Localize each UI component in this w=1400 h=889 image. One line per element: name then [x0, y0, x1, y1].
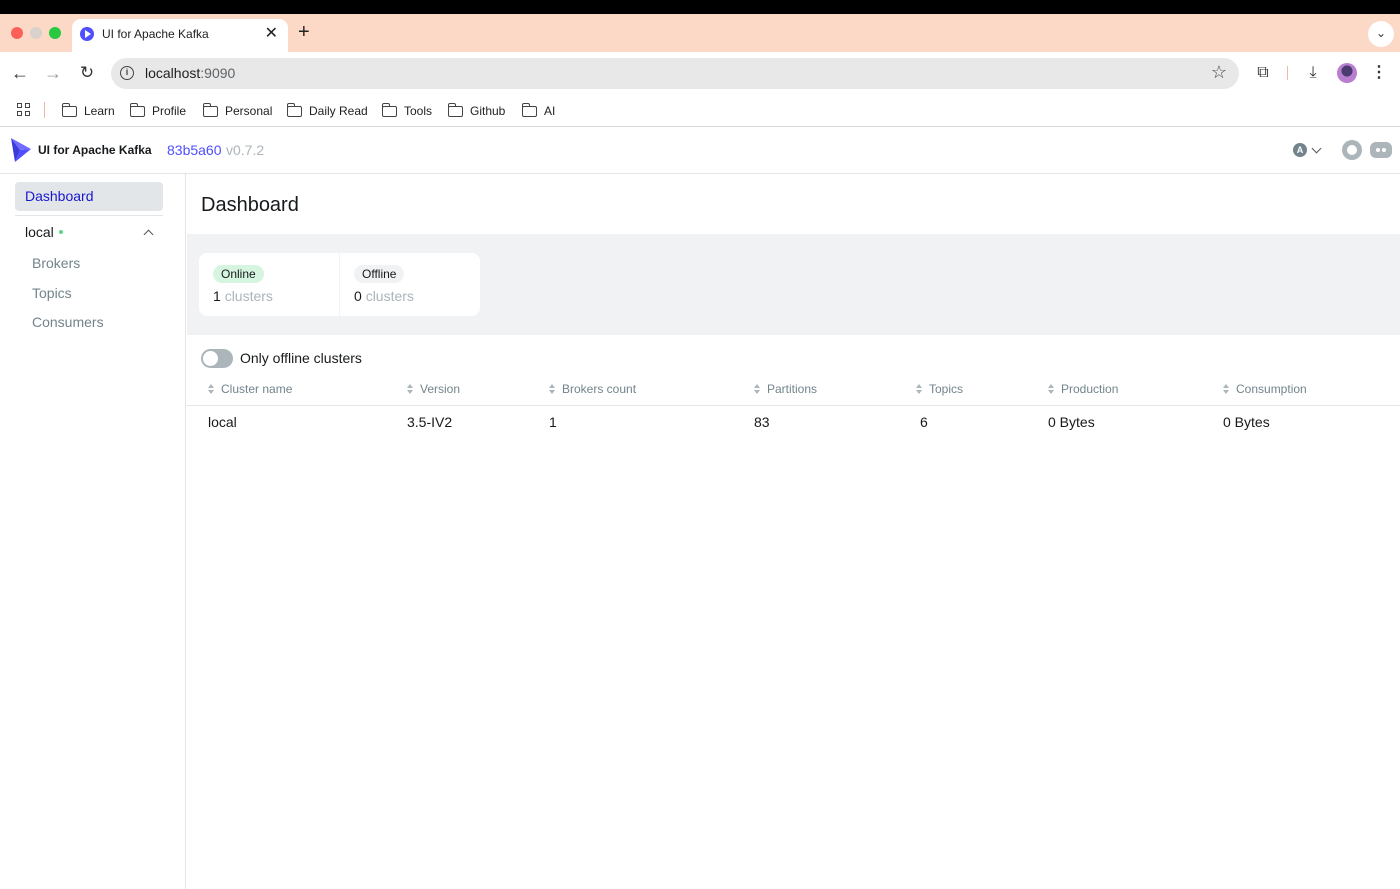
bookmark-personal[interactable]: Personal [202, 102, 272, 120]
sidebar: Dashboard local Brokers Topics Consumers [0, 174, 186, 889]
browser-toolbar: ← → ↻ i localhost:9090 ☆ ⧉ ⤓ ⋮ [0, 52, 1400, 94]
sidebar-item-brokers[interactable]: Brokers [32, 255, 80, 271]
column-header-partitions[interactable]: Partitions [754, 380, 817, 398]
chevron-down-icon [1311, 143, 1322, 153]
user-avatar: A [1293, 143, 1307, 157]
browser-tab-strip: UI for Apache Kafka ✕ + ⌄ [0, 14, 1400, 52]
sidebar-item-topics[interactable]: Topics [32, 285, 72, 301]
app-header: UI for Apache Kafka 83b5a60 v0.7.2 A [0, 127, 1400, 174]
version-hash-link[interactable]: 83b5a60 [167, 142, 222, 158]
bookmark-github[interactable]: Github [447, 102, 505, 120]
extensions-puzzle-icon[interactable]: ⧉ [1252, 62, 1274, 84]
bookmark-tools[interactable]: Tools [381, 102, 432, 120]
os-menu-bar [0, 0, 1400, 14]
download-icon[interactable]: ⤓ [1302, 62, 1324, 84]
sort-icon [754, 384, 761, 394]
offline-clusters-count: 0 clusters [354, 288, 414, 304]
online-clusters-card: Online 1 clusters [199, 253, 339, 316]
table-header-divider [187, 405, 1400, 406]
folder-icon [202, 102, 218, 117]
browser-menu-kebab-icon[interactable]: ⋮ [1368, 62, 1390, 84]
kafka-ui-logo-icon[interactable] [9, 136, 33, 164]
address-bar[interactable]: i localhost:9090 ☆ [111, 58, 1239, 89]
sort-icon [208, 384, 215, 394]
apps-grid-icon[interactable] [17, 103, 31, 117]
cell-cluster-name[interactable]: local [208, 414, 237, 430]
folder-icon [129, 102, 145, 117]
sidebar-cluster-local[interactable]: local [25, 224, 63, 240]
folder-icon [61, 102, 77, 117]
cell-brokers-count: 1 [549, 414, 557, 430]
url-text[interactable]: localhost:9090 [145, 65, 235, 81]
column-header-production[interactable]: Production [1048, 380, 1118, 398]
bookmark-star-icon[interactable]: ☆ [1211, 62, 1227, 83]
cell-partitions: 83 [754, 414, 770, 430]
only-offline-toggle[interactable] [201, 349, 233, 368]
folder-icon [381, 102, 397, 117]
window-minimize-button[interactable] [30, 27, 42, 39]
cell-version: 3.5-IV2 [407, 414, 453, 430]
browser-tab-active[interactable]: UI for Apache Kafka ✕ [72, 19, 288, 52]
site-info-icon[interactable]: i [120, 66, 134, 80]
offline-tag: Offline [354, 265, 405, 283]
app-name[interactable]: UI for Apache Kafka [38, 143, 152, 157]
user-menu[interactable]: A [1293, 142, 1322, 158]
reload-icon[interactable]: ↻ [75, 61, 99, 85]
cell-topics: 6 [920, 414, 928, 430]
bookmarks-bar: Learn Profile Personal Daily Read Tools … [0, 94, 1400, 127]
kafka-favicon-icon [80, 27, 94, 41]
folder-icon [521, 102, 537, 117]
sort-icon [407, 384, 414, 394]
sort-icon [1048, 384, 1055, 394]
online-clusters-count: 1 clusters [213, 288, 273, 304]
tab-title: UI for Apache Kafka [102, 27, 209, 41]
profile-avatar[interactable] [1337, 63, 1357, 83]
tab-search-chevron-icon[interactable]: ⌄ [1368, 21, 1394, 47]
bookmark-learn[interactable]: Learn [61, 102, 115, 120]
toolbar-divider [1287, 66, 1288, 80]
column-header-consumption[interactable]: Consumption [1223, 380, 1307, 398]
sidebar-item-dashboard[interactable]: Dashboard [15, 182, 163, 211]
back-arrow-icon[interactable]: ← [8, 61, 32, 85]
online-tag: Online [213, 265, 264, 283]
page-title: Dashboard [201, 194, 299, 216]
only-offline-label: Only offline clusters [240, 350, 362, 366]
new-tab-button[interactable]: + [298, 21, 310, 43]
bookmarks-divider [44, 102, 45, 118]
chevron-up-icon[interactable] [143, 229, 154, 240]
discord-icon[interactable] [1370, 142, 1392, 158]
sort-icon [549, 384, 556, 394]
column-header-brokers-count[interactable]: Brokers count [549, 380, 636, 398]
main-content: Dashboard Online 1 clusters Offline 0 cl… [187, 174, 1400, 889]
cluster-online-dot [58, 229, 63, 234]
sort-icon [1223, 384, 1230, 394]
version-number: v0.7.2 [226, 142, 265, 158]
sidebar-item-consumers[interactable]: Consumers [32, 314, 104, 330]
cell-consumption: 0 Bytes [1223, 414, 1270, 430]
github-icon[interactable] [1342, 140, 1362, 160]
sort-icon [916, 384, 923, 394]
tab-close-icon[interactable]: ✕ [265, 24, 278, 44]
sidebar-divider [15, 215, 163, 216]
column-header-cluster-name[interactable]: Cluster name [208, 380, 292, 398]
folder-icon [286, 102, 302, 117]
column-header-topics[interactable]: Topics [916, 380, 963, 398]
bookmark-ai[interactable]: AI [521, 102, 555, 120]
cluster-stats-band: Online 1 clusters Offline 0 clusters [187, 234, 1400, 335]
window-maximize-button[interactable] [49, 27, 61, 39]
toggle-knob [203, 351, 218, 366]
bookmark-daily-read[interactable]: Daily Read [286, 102, 368, 120]
offline-clusters-card: Offline 0 clusters [340, 253, 480, 316]
forward-arrow-icon[interactable]: → [41, 61, 65, 85]
cell-production: 0 Bytes [1048, 414, 1095, 430]
column-header-version[interactable]: Version [407, 380, 460, 398]
window-close-button[interactable] [11, 27, 23, 39]
folder-icon [447, 102, 463, 117]
bookmark-profile[interactable]: Profile [129, 102, 186, 120]
